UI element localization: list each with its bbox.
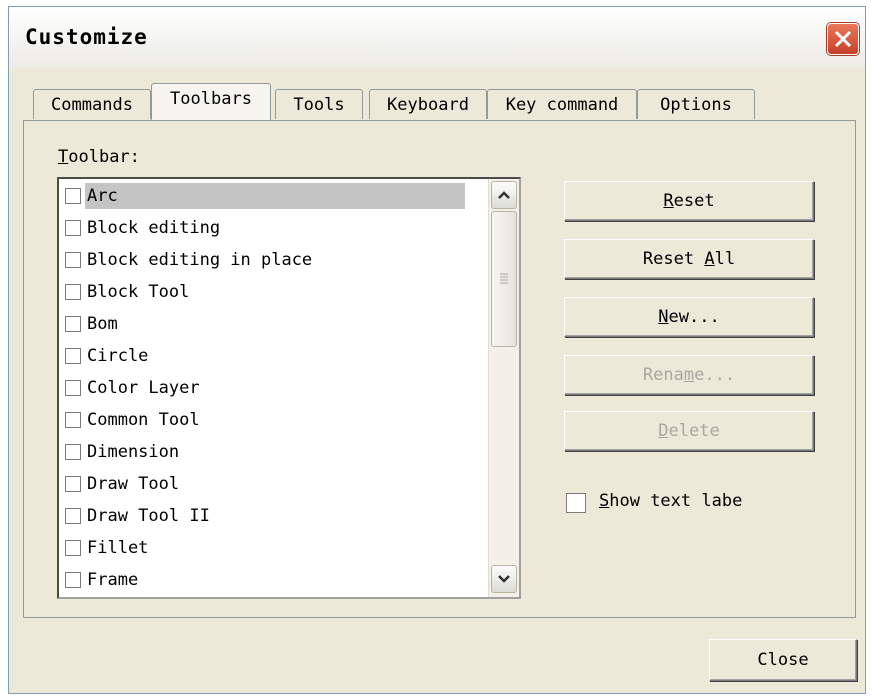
close-window-button[interactable] <box>827 23 859 55</box>
grip-icon <box>500 273 508 284</box>
list-item-label: Draw Tool II <box>87 506 210 526</box>
list-item-checkbox[interactable] <box>65 316 81 332</box>
delete-button[interactable]: Delete <box>564 411 814 451</box>
list-item[interactable]: Bom <box>63 309 467 339</box>
list-item[interactable]: Color Layer <box>63 373 467 403</box>
list-item-checkbox[interactable] <box>65 540 81 556</box>
list-item-label: Draw Tool <box>87 474 180 494</box>
window-title: Customize <box>25 25 148 49</box>
list-item[interactable]: Block Tool <box>63 277 467 307</box>
title-bar[interactable]: Customize <box>9 7 865 69</box>
list-item-label: Fillet <box>87 538 149 558</box>
list-item-label: Color Layer <box>87 378 200 398</box>
tab-toolbars[interactable]: Toolbars <box>151 83 271 120</box>
rename-pre: Rena <box>642 365 684 385</box>
list-item-label: Frame <box>87 570 139 590</box>
scroll-thumb[interactable] <box>491 211 517 347</box>
show-text-labels-label[interactable]: Show text labe <box>599 491 742 511</box>
list-item-checkbox[interactable] <box>65 188 81 204</box>
list-item[interactable]: Block editing in place <box>63 245 467 275</box>
list-item-label: Circle <box>87 346 149 366</box>
tab-commands[interactable]: Commands <box>33 89 151 119</box>
reset-all-rest: ll <box>714 249 736 269</box>
list-item-checkbox[interactable] <box>65 572 81 588</box>
list-item[interactable]: Fillet <box>63 533 467 563</box>
list-item-checkbox[interactable] <box>65 476 81 492</box>
toolbars-listbox[interactable]: Arc Block editing Block editing in place… <box>57 177 521 599</box>
list-item-checkbox[interactable] <box>65 508 81 524</box>
list-item-label: Bom <box>87 314 118 334</box>
reset-all-accel: A <box>704 249 715 269</box>
tab-tools[interactable]: Tools <box>275 89 363 119</box>
show-text-labels-checkbox[interactable] <box>566 493 586 513</box>
reset-all-button[interactable]: Reset All <box>564 239 814 279</box>
list-item-label: Common Tool <box>87 410 200 430</box>
list-item[interactable]: Common Tool <box>63 405 467 435</box>
list-item-checkbox[interactable] <box>65 220 81 236</box>
toolbars-label-accel: T <box>58 147 69 167</box>
reset-accel: R <box>663 191 674 211</box>
toolbars-list-label: Toolbar: <box>58 147 140 167</box>
list-item[interactable]: Frame <box>63 565 467 595</box>
scroll-down-button[interactable] <box>491 565 517 593</box>
list-item-checkbox[interactable] <box>65 444 81 460</box>
scroll-up-button[interactable] <box>491 181 517 209</box>
close-button[interactable]: Close <box>709 639 857 681</box>
list-item[interactable]: Block editing <box>63 213 467 243</box>
show-text-accel: S <box>599 491 610 511</box>
list-item-checkbox[interactable] <box>65 348 81 364</box>
show-text-rest: how text labe <box>609 491 743 511</box>
list-item[interactable]: Dimension <box>63 437 467 467</box>
list-item[interactable]: Draw Tool <box>63 469 467 499</box>
tab-key-command[interactable]: Key command <box>487 89 637 119</box>
rename-rest: e... <box>694 365 736 385</box>
list-item[interactable]: Arc <box>63 181 467 211</box>
list-item-label: Block Tool <box>87 282 190 302</box>
delete-rest: elete <box>668 421 720 441</box>
new-accel: N <box>658 307 669 327</box>
rename-accel: m <box>683 365 695 385</box>
list-scrollbar[interactable] <box>488 179 519 597</box>
toolbars-label-rest: oolbar: <box>68 147 140 167</box>
close-icon <box>834 30 852 48</box>
toolbars-tab-panel: Toolbar: Arc Block editing Block editing… <box>23 120 856 618</box>
tab-options[interactable]: Options <box>637 89 755 119</box>
list-item-label: Arc <box>87 186 118 206</box>
chevron-down-icon <box>498 575 510 583</box>
new-button[interactable]: New... <box>564 297 814 337</box>
list-item-label: Block editing <box>87 218 221 238</box>
list-item-checkbox[interactable] <box>65 284 81 300</box>
reset-all-pre: Reset <box>642 249 705 269</box>
list-item-label: Block editing in place <box>87 250 313 270</box>
chevron-up-icon <box>498 191 510 199</box>
reset-button[interactable]: Reset <box>564 181 814 221</box>
list-item-checkbox[interactable] <box>65 412 81 428</box>
delete-accel: D <box>658 421 669 441</box>
list-item[interactable]: Draw Tool II <box>63 501 467 531</box>
list-item-label: Dimension <box>87 442 180 462</box>
customize-dialog: Customize Commands Toolbars Tools Keyboa… <box>8 6 866 694</box>
list-item-checkbox[interactable] <box>65 252 81 268</box>
list-item-checkbox[interactable] <box>65 380 81 396</box>
tab-keyboard[interactable]: Keyboard <box>369 89 487 119</box>
reset-rest: eset <box>673 191 715 211</box>
list-item[interactable]: Circle <box>63 341 467 371</box>
new-rest: ew... <box>668 307 720 327</box>
rename-button[interactable]: Rename... <box>564 355 814 395</box>
